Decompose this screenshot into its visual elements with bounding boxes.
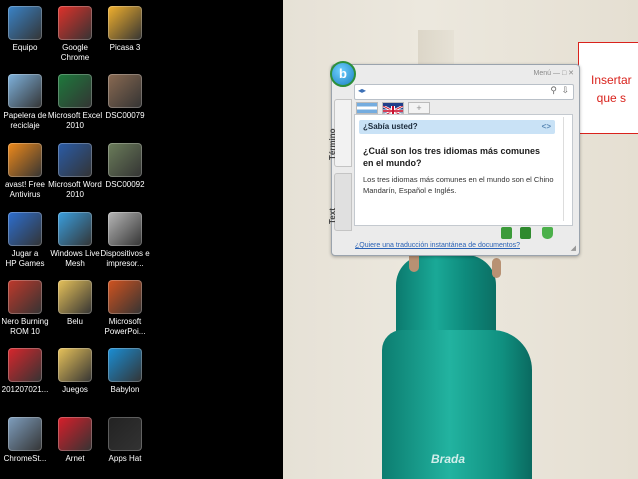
hp-games-icon (8, 212, 42, 246)
powerpoint-icon (108, 280, 142, 314)
desktop-shortcut-label: Microsoft PowerPoi... (104, 317, 146, 336)
folder-icon (58, 280, 92, 314)
tab-text[interactable]: Text (328, 173, 352, 231)
question-text: ¿Cuál son los tres idiomas más comunes e… (363, 146, 541, 168)
chrome-icon (58, 6, 92, 40)
did-you-know-header: ¿Sabía usted? <> (359, 120, 555, 134)
callout-box: Insertar que s (578, 42, 638, 134)
babylon-window: b Menú — □ ✕ ◂▸ ⚲ ⇩ Término Text + ¿Sabí… (328, 61, 580, 256)
vertical-tabs: Término Text (328, 99, 352, 249)
word-icon (58, 143, 92, 177)
desktop-shortcut[interactable]: Picasa 3 (94, 6, 156, 53)
desktop: Equipo Google Chrome Picasa 3 Papelera de rec… (0, 0, 283, 479)
desktop-shortcut[interactable]: Apps Hat (94, 417, 156, 464)
recycle-bin-icon (8, 74, 42, 108)
callout-text: Insertar que s (591, 71, 632, 107)
apps-hat-icon (108, 417, 142, 451)
add-language-button[interactable]: + (408, 102, 430, 114)
did-you-know-nav[interactable]: <> (542, 120, 551, 134)
download-icon[interactable]: ⇩ (561, 85, 569, 96)
watermark: Brada (431, 452, 466, 466)
resize-grip-icon[interactable]: ◢ (571, 244, 576, 252)
folder-icon (58, 348, 92, 382)
babylon-logo-icon[interactable]: b (330, 61, 356, 87)
desktop-shortcut[interactable]: Babylon (94, 348, 156, 395)
search-input[interactable]: ◂▸ ⚲ ⇩ (354, 84, 574, 100)
printer-icon (108, 212, 142, 246)
desktop-shortcut-label: Babylon (110, 385, 140, 394)
callout-line-1: Insertar (591, 73, 632, 87)
hand-right (492, 258, 501, 278)
document-icon[interactable] (520, 227, 531, 239)
speaker-icon[interactable]: ◂▸ (358, 86, 366, 95)
did-you-know-title: ¿Sabía usted? (363, 122, 418, 131)
tab-termino[interactable]: Término (328, 99, 352, 167)
picasa-icon (108, 6, 142, 40)
avast-icon (8, 143, 42, 177)
footer-link[interactable]: ¿Quiere una traducción instantánea de do… (355, 242, 520, 249)
photo-icon (108, 143, 142, 177)
arnet-icon (58, 417, 92, 451)
flag-argentina-icon[interactable] (356, 102, 378, 114)
tab-text-label: Text (328, 208, 337, 224)
desktop-shortcut[interactable]: DSC00079 (94, 74, 156, 121)
callout-line-2: que s (596, 91, 627, 105)
babylon-icon (108, 348, 142, 382)
nero-icon (8, 280, 42, 314)
mobile-icon[interactable] (501, 227, 512, 239)
desktop-shortcut-label: DSC00079 (105, 111, 145, 120)
desktop-shortcut[interactable]: DSC00092 (94, 143, 156, 190)
excel-icon (58, 74, 92, 108)
desktop-shortcut-label: Dispositivos e impresor... (100, 249, 150, 268)
scrollbar[interactable] (563, 117, 570, 221)
desktop-shortcut[interactable]: Dispositivos e impresor... (94, 212, 156, 269)
app-icon (8, 348, 42, 382)
desktop-shortcut-label: DSC00092 (105, 180, 145, 189)
window-menu-controls[interactable]: Menú — □ ✕ (534, 69, 574, 77)
photo-icon (108, 74, 142, 108)
cart-icon[interactable] (542, 227, 553, 239)
live-mesh-icon (58, 212, 92, 246)
desktop-shortcut-label: Apps Hat (108, 454, 142, 463)
chrome-setup-icon (8, 417, 42, 451)
desktop-shortcut-label: Picasa 3 (109, 43, 141, 52)
computer-icon (8, 6, 42, 40)
search-icon[interactable]: ⚲ (550, 85, 557, 96)
tab-termino-label: Término (328, 128, 337, 160)
desktop-shortcut[interactable]: Microsoft PowerPoi... (94, 280, 156, 337)
content-panel: ¿Sabía usted? <> ¿Cuál son los tres idio… (354, 114, 573, 226)
flag-uk-icon[interactable] (382, 102, 404, 118)
answer-text: Los tres idiomas más comunes en el mundo… (363, 175, 554, 195)
